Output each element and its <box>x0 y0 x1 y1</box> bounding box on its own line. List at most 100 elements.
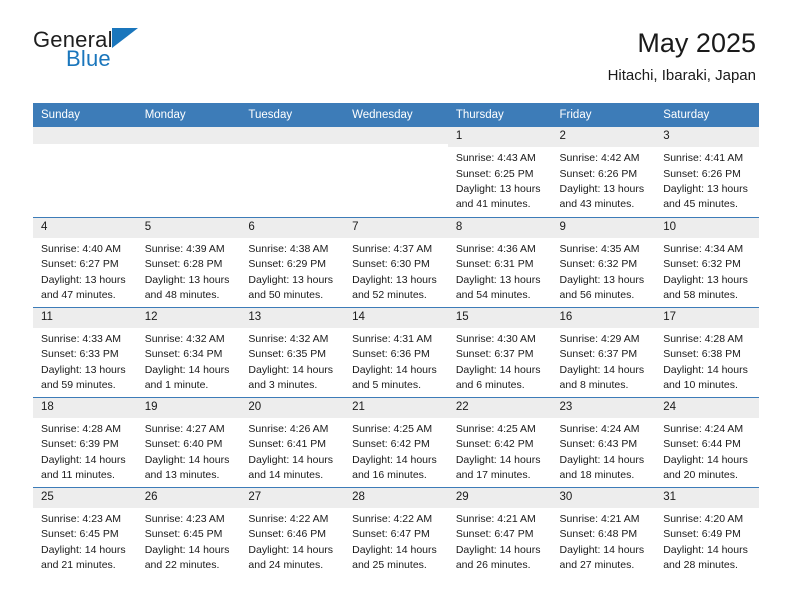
day-number: 29 <box>447 487 552 508</box>
day-number: 3 <box>655 127 759 148</box>
calendar-day-cell[interactable]: 16 Sunrise: 4:29 AM Sunset: 6:37 PM Dayligh… <box>551 306 656 397</box>
calendar-week-row: 1 Sunrise: 4:43 AM Sunset: 6:25 PM Daylight… <box>33 127 759 217</box>
calendar-day-cell[interactable]: 28 Sunrise: 4:22 AM Sunset: 6:47 PM Dayligh… <box>344 486 448 577</box>
day-details: Sunrise: 4:22 AM Sunset: 6:47 PM Daylight:… <box>344 508 448 574</box>
day-details: Sunrise: 4:30 AM Sunset: 6:37 PM Daylight:… <box>448 328 552 394</box>
daylight-text-line2: and 3 minutes. <box>248 378 318 391</box>
day-number <box>344 127 448 144</box>
sunset-text: Sunset: 6:35 PM <box>248 348 327 361</box>
day-number: 22 <box>447 397 552 418</box>
sunset-text: Sunset: 6:26 PM <box>663 167 741 180</box>
day-details: Sunrise: 4:20 AM Sunset: 6:49 PM Daylight:… <box>655 508 759 574</box>
calendar-day-cell[interactable]: 25 Sunrise: 4:23 AM Sunset: 6:45 PM Dayligh… <box>33 486 137 577</box>
calendar-day-cell[interactable]: 23 Sunrise: 4:24 AM Sunset: 6:43 PM Dayligh… <box>551 396 656 487</box>
calendar-day-cell[interactable]: 26 Sunrise: 4:23 AM Sunset: 6:45 PM Dayligh… <box>136 486 241 577</box>
daylight-text-line1: Daylight: 14 hours <box>663 453 748 466</box>
day-number: 10 <box>655 217 759 238</box>
weekday-header-sunday: Sunday <box>33 103 137 127</box>
calendar-day-cell[interactable]: 13 Sunrise: 4:32 AM Sunset: 6:35 PM Dayligh… <box>240 306 345 397</box>
daylight-text-line1: Daylight: 14 hours <box>352 363 437 376</box>
daylight-text-line2: and 1 minute. <box>144 378 209 391</box>
day-number: 26 <box>136 487 241 508</box>
calendar-cell-empty <box>136 127 241 217</box>
sunrise-text: Sunrise: 4:28 AM <box>663 332 744 345</box>
calendar-day-cell[interactable]: 6 Sunrise: 4:38 AM Sunset: 6:29 PM Daylight… <box>240 216 345 307</box>
calendar-day-cell[interactable]: 15 Sunrise: 4:30 AM Sunset: 6:37 PM Dayligh… <box>447 306 552 397</box>
daylight-text-line2: and 22 minutes. <box>144 558 220 571</box>
sunrise-text: Sunrise: 4:28 AM <box>41 422 121 435</box>
calendar-day-cell[interactable]: 24 Sunrise: 4:24 AM Sunset: 6:44 PM Dayligh… <box>655 396 759 487</box>
calendar-day-cell[interactable]: 17 Sunrise: 4:28 AM Sunset: 6:38 PM Dayligh… <box>655 306 759 397</box>
day-number: 21 <box>344 397 448 418</box>
sunset-text: Sunset: 6:27 PM <box>41 258 119 271</box>
sunset-text: Sunset: 6:42 PM <box>352 438 430 451</box>
day-details: Sunrise: 4:35 AM Sunset: 6:32 PM Daylight:… <box>552 238 656 304</box>
day-details: Sunrise: 4:42 AM Sunset: 6:26 PM Daylight:… <box>552 147 656 213</box>
calendar-day-cell[interactable]: 19 Sunrise: 4:27 AM Sunset: 6:40 PM Dayligh… <box>136 396 241 487</box>
calendar-day-cell[interactable]: 5 Sunrise: 4:39 AM Sunset: 6:28 PM Daylight… <box>136 216 241 307</box>
day-details: Sunrise: 4:28 AM Sunset: 6:39 PM Daylight:… <box>33 418 137 484</box>
day-details: Sunrise: 4:22 AM Sunset: 6:46 PM Daylight:… <box>240 508 344 574</box>
day-number <box>136 127 241 144</box>
sunset-text: Sunset: 6:45 PM <box>41 528 119 541</box>
calendar-cell-empty <box>33 127 137 217</box>
calendar-header-row: Sunday Monday Tuesday Wednesday Thursday… <box>33 103 759 127</box>
daylight-text-line1: Daylight: 14 hours <box>144 363 230 376</box>
sunset-text: Sunset: 6:32 PM <box>559 258 638 271</box>
calendar-body: 1 Sunrise: 4:43 AM Sunset: 6:25 PM Daylight… <box>33 127 759 577</box>
sunrise-text: Sunrise: 4:24 AM <box>559 422 640 435</box>
calendar-day-cell[interactable]: 21 Sunrise: 4:25 AM Sunset: 6:42 PM Dayligh… <box>344 396 448 487</box>
sunrise-text: Sunrise: 4:34 AM <box>663 242 744 255</box>
sunset-text: Sunset: 6:40 PM <box>144 438 223 451</box>
calendar-day-cell[interactable]: 27 Sunrise: 4:22 AM Sunset: 6:46 PM Dayligh… <box>240 486 345 577</box>
sunset-text: Sunset: 6:37 PM <box>455 348 534 361</box>
day-number: 14 <box>344 307 448 328</box>
calendar-day-cell[interactable]: 7 Sunrise: 4:37 AM Sunset: 6:30 PM Daylight… <box>344 216 448 307</box>
sunrise-text: Sunrise: 4:42 AM <box>559 152 640 165</box>
sunset-text: Sunset: 6:42 PM <box>455 438 534 451</box>
day-details: Sunrise: 4:25 AM Sunset: 6:42 PM Daylight:… <box>448 418 552 484</box>
calendar-week-row: 4 Sunrise: 4:40 AM Sunset: 6:27 PM Daylight… <box>33 216 759 307</box>
calendar-day-cell[interactable]: 9 Sunrise: 4:35 AM Sunset: 6:32 PM Daylight… <box>551 216 656 307</box>
weekday-header-wednesday: Wednesday <box>344 103 448 127</box>
sunrise-text: Sunrise: 4:23 AM <box>41 512 121 525</box>
sunrise-text: Sunrise: 4:29 AM <box>559 332 640 345</box>
calendar-day-cell[interactable]: 31 Sunrise: 4:20 AM Sunset: 6:49 PM Dayligh… <box>655 486 759 577</box>
calendar-week-row: 18 Sunrise: 4:28 AM Sunset: 6:39 PM Dayligh… <box>33 396 759 487</box>
calendar-day-cell[interactable]: 10 Sunrise: 4:34 AM Sunset: 6:32 PM Dayligh… <box>655 216 759 307</box>
daylight-text-line2: and 27 minutes. <box>559 558 635 571</box>
day-details: Sunrise: 4:37 AM Sunset: 6:30 PM Daylight:… <box>344 238 448 304</box>
sunset-text: Sunset: 6:25 PM <box>455 167 534 180</box>
daylight-text-line2: and 16 minutes. <box>352 468 427 481</box>
calendar-day-cell[interactable]: 30 Sunrise: 4:21 AM Sunset: 6:48 PM Dayligh… <box>551 486 656 577</box>
sunset-text: Sunset: 6:28 PM <box>144 258 223 271</box>
daylight-text-line2: and 28 minutes. <box>663 558 738 571</box>
calendar-day-cell[interactable]: 11 Sunrise: 4:33 AM Sunset: 6:33 PM Dayligh… <box>33 306 137 397</box>
day-details: Sunrise: 4:24 AM Sunset: 6:44 PM Daylight:… <box>655 418 759 484</box>
calendar-day-cell[interactable]: 29 Sunrise: 4:21 AM Sunset: 6:47 PM Dayligh… <box>447 486 552 577</box>
calendar-day-cell[interactable]: 18 Sunrise: 4:28 AM Sunset: 6:39 PM Dayligh… <box>33 396 137 487</box>
calendar-day-cell[interactable]: 8 Sunrise: 4:36 AM Sunset: 6:31 PM Daylight… <box>447 216 552 307</box>
calendar-table: Sunday Monday Tuesday Wednesday Thursday… <box>33 103 759 577</box>
sunrise-text: Sunrise: 4:25 AM <box>352 422 433 435</box>
day-number: 12 <box>136 307 241 328</box>
sunset-text: Sunset: 6:48 PM <box>559 528 638 541</box>
calendar-day-cell[interactable]: 1 Sunrise: 4:43 AM Sunset: 6:25 PM Daylight… <box>447 127 552 217</box>
sunset-text: Sunset: 6:32 PM <box>663 258 741 271</box>
calendar-day-cell[interactable]: 20 Sunrise: 4:26 AM Sunset: 6:41 PM Dayligh… <box>240 396 345 487</box>
sunrise-text: Sunrise: 4:20 AM <box>663 512 744 525</box>
calendar-day-cell[interactable]: 3 Sunrise: 4:41 AM Sunset: 6:26 PM Daylight… <box>655 127 759 217</box>
calendar-day-cell[interactable]: 2 Sunrise: 4:42 AM Sunset: 6:26 PM Daylight… <box>551 127 656 217</box>
calendar-day-cell[interactable]: 14 Sunrise: 4:31 AM Sunset: 6:36 PM Dayligh… <box>344 306 448 397</box>
weekday-header-monday: Monday <box>136 103 241 127</box>
daylight-text-line1: Daylight: 14 hours <box>248 543 334 556</box>
calendar-day-cell[interactable]: 22 Sunrise: 4:25 AM Sunset: 6:42 PM Dayligh… <box>447 396 552 487</box>
sunrise-text: Sunrise: 4:21 AM <box>559 512 640 525</box>
calendar-day-cell[interactable]: 4 Sunrise: 4:40 AM Sunset: 6:27 PM Daylight… <box>33 216 137 307</box>
sunrise-text: Sunrise: 4:24 AM <box>663 422 744 435</box>
day-number: 24 <box>655 397 759 418</box>
calendar-day-cell[interactable]: 12 Sunrise: 4:32 AM Sunset: 6:34 PM Dayligh… <box>136 306 241 397</box>
sunset-text: Sunset: 6:31 PM <box>455 258 534 271</box>
day-number: 18 <box>33 397 137 418</box>
daylight-text-line2: and 50 minutes. <box>248 288 324 301</box>
